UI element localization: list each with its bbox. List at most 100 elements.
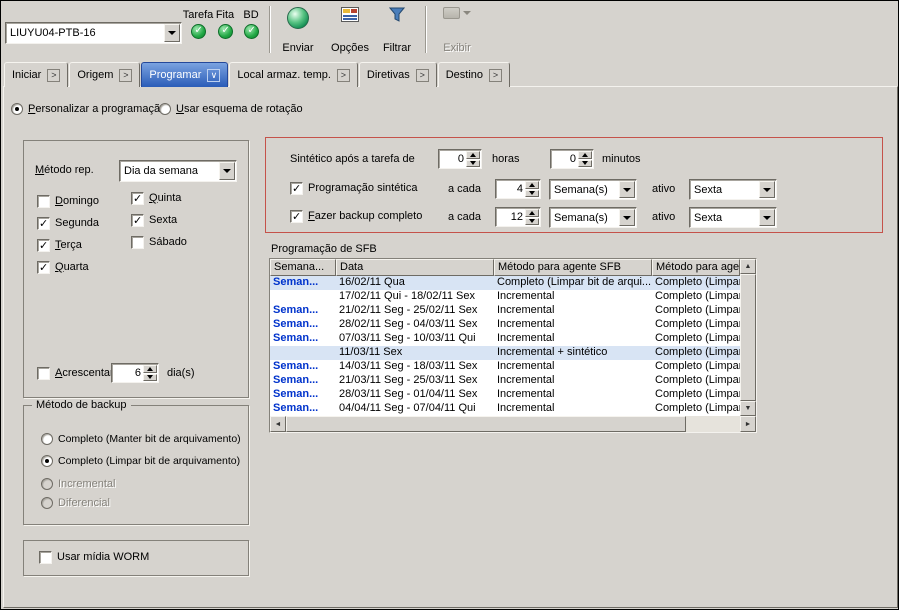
tab-label: Origem — [77, 69, 113, 81]
cell-method: Incremental — [494, 374, 652, 388]
table-row[interactable]: Seman... 16/02/11 Qua Completo (Limpar b… — [270, 276, 740, 290]
checkbox-segunda[interactable]: Segunda — [37, 216, 99, 230]
checkbox-fazer-backup-completo[interactable]: Fazer backup completo — [290, 209, 422, 223]
opcoes-button-label: Opções — [331, 42, 369, 54]
table-row[interactable]: Seman... 21/03/11 Seg - 25/03/11 Sex Inc… — [270, 374, 740, 388]
checkbox-label: Quinta — [149, 192, 181, 204]
table-row[interactable]: Seman... 07/03/11 Seg - 10/03/11 Qui Inc… — [270, 332, 740, 346]
sintetica-interval-spinner[interactable]: 4 — [495, 179, 541, 199]
table-row[interactable]: Seman... 14/03/11 Seg - 18/03/11 Sex Inc… — [270, 360, 740, 374]
spinner-down-button[interactable] — [466, 160, 480, 168]
radio-usar-esquema-rotacao[interactable]: Usar esquema de rotação — [159, 102, 303, 116]
table-row[interactable]: Seman... 28/02/11 Seg - 04/03/11 Sex Inc… — [270, 318, 740, 332]
completo-unit-select[interactable]: Semana(s) — [549, 207, 637, 228]
table-row[interactable]: Seman... 28/03/11 Seg - 01/04/11 Sex Inc… — [270, 388, 740, 402]
checkbox-box — [131, 214, 144, 227]
spinner-down-button[interactable] — [525, 218, 539, 226]
checkbox-box — [290, 210, 303, 223]
scroll-left-button[interactable]: ◄ — [270, 416, 286, 432]
spinner-value: 12 — [511, 211, 523, 223]
col-data[interactable]: Data — [336, 259, 494, 276]
spinner-up-button[interactable] — [525, 181, 539, 189]
sintetica-day-select[interactable]: Sexta — [689, 179, 777, 200]
job-selector[interactable]: LIUYU04-PTB-16 — [5, 22, 182, 44]
tab-origem[interactable]: Origem — [69, 62, 140, 87]
scroll-down-button[interactable]: ▼ — [740, 401, 756, 416]
vertical-scroll-track[interactable] — [740, 274, 756, 401]
sintetica-unit-select[interactable]: Semana(s) — [549, 179, 637, 200]
checkbox-label: Acrescentar — [55, 367, 114, 379]
checkbox-terca[interactable]: Terça — [37, 238, 82, 252]
enviar-button[interactable]: Enviar — [273, 4, 323, 57]
checkbox-quarta[interactable]: Quarta — [37, 260, 89, 274]
spinner-up-button[interactable] — [143, 365, 157, 373]
chevron-right-icon[interactable] — [416, 69, 429, 82]
table-row[interactable]: Seman... 21/02/11 Seg - 25/02/11 Sex Inc… — [270, 304, 740, 318]
job-selector-dropdown-button[interactable] — [164, 24, 180, 42]
dropdown-button[interactable] — [759, 181, 775, 198]
radio-dot — [41, 497, 53, 509]
table-row[interactable]: 17/02/11 Qui - 18/02/11 Sex Incremental … — [270, 290, 740, 304]
col-metodo-sfb[interactable]: Método para agente SFB — [494, 259, 652, 276]
checkbox-sabado[interactable]: Sábado — [131, 235, 187, 249]
radio-label: Completo (Limpar bit de arquivamento) — [58, 455, 240, 467]
spinner-down-button[interactable] — [525, 190, 539, 198]
append-days-spinner[interactable]: 6 — [111, 363, 159, 383]
checkbox-sexta[interactable]: Sexta — [131, 213, 177, 227]
chevron-right-icon[interactable] — [119, 69, 132, 82]
cell-date: 16/02/11 Qua — [336, 276, 494, 290]
radio-dot — [41, 478, 53, 490]
chevron-down-icon[interactable] — [207, 69, 220, 82]
dropdown-button[interactable] — [619, 209, 635, 226]
vertical-scroll-thumb[interactable] — [740, 274, 756, 401]
horizontal-scrollbar[interactable]: ◄ ► — [270, 416, 756, 432]
scroll-right-button[interactable]: ► — [740, 416, 756, 432]
cell-date: 07/03/11 Seg - 10/03/11 Qui — [336, 332, 494, 346]
tab-destino[interactable]: Destino — [438, 62, 510, 87]
spinner-buttons — [466, 151, 480, 167]
completo-interval-spinner[interactable]: 12 — [495, 207, 541, 227]
spinner-down-button[interactable] — [143, 374, 157, 382]
table-row[interactable]: 11/03/11 Sex Incremental + sintético Com… — [270, 346, 740, 360]
horizontal-scroll-thumb[interactable] — [286, 416, 686, 432]
radio-completo-manter[interactable]: Completo (Manter bit de arquivamento) — [41, 432, 241, 446]
horizontal-scroll-track[interactable] — [286, 416, 740, 432]
spinner-up-button[interactable] — [466, 151, 480, 159]
minutes-spinner[interactable]: 0 — [550, 149, 594, 169]
metodo-rep-select[interactable]: Dia da semana — [119, 160, 237, 182]
radio-completo-limpar[interactable]: Completo (Limpar bit de arquivamento) — [41, 454, 240, 468]
vertical-scrollbar[interactable]: ▲ ▼ — [740, 259, 756, 416]
spinner-buttons — [578, 151, 592, 167]
send-icon — [287, 7, 309, 29]
chevron-right-icon[interactable] — [47, 69, 60, 82]
completo-day-select[interactable]: Sexta — [689, 207, 777, 228]
checkbox-acrescentar[interactable]: Acrescentar — [37, 366, 114, 380]
tab-diretivas[interactable]: Diretivas — [359, 62, 437, 87]
dropdown-button[interactable] — [759, 209, 775, 226]
filtrar-button[interactable]: Filtrar — [375, 4, 419, 57]
checkbox-quinta[interactable]: Quinta — [131, 191, 181, 205]
tab-iniciar[interactable]: Iniciar — [4, 62, 68, 87]
spinner-down-button[interactable] — [578, 160, 592, 168]
cell-date: 28/02/11 Seg - 04/03/11 Sex — [336, 318, 494, 332]
dropdown-button[interactable] — [219, 162, 235, 180]
col-semana[interactable]: Semana... — [270, 259, 336, 276]
window: LIUYU04-PTB-16 Tarefa Fita BD Enviar Opç… — [0, 0, 899, 610]
tab-programar[interactable]: Programar — [141, 62, 228, 87]
checkbox-programacao-sintetica[interactable]: Programação sintética — [290, 181, 417, 195]
cell-date: 14/03/11 Seg - 18/03/11 Sex — [336, 360, 494, 374]
checkbox-domingo[interactable]: Domingo — [37, 194, 99, 208]
spinner-up-button[interactable] — [578, 151, 592, 159]
hours-spinner[interactable]: 0 — [438, 149, 482, 169]
chevron-right-icon[interactable] — [337, 69, 350, 82]
checkbox-usar-midia-worm[interactable]: Usar mídia WORM — [39, 550, 149, 564]
spinner-up-button[interactable] — [525, 209, 539, 217]
opcoes-button[interactable]: Opções — [327, 4, 373, 57]
col-metodo-agente[interactable]: Método para agei — [652, 259, 740, 276]
dropdown-button[interactable] — [619, 181, 635, 198]
table-row[interactable]: Seman... 04/04/11 Seg - 07/04/11 Qui Inc… — [270, 402, 740, 416]
scroll-up-button[interactable]: ▲ — [740, 259, 756, 274]
radio-personalizar-programacao[interactable]: Personalizar a programação — [11, 102, 166, 116]
chevron-right-icon[interactable] — [489, 69, 502, 82]
tab-local-armaz-temp[interactable]: Local armaz. temp. — [229, 62, 358, 87]
